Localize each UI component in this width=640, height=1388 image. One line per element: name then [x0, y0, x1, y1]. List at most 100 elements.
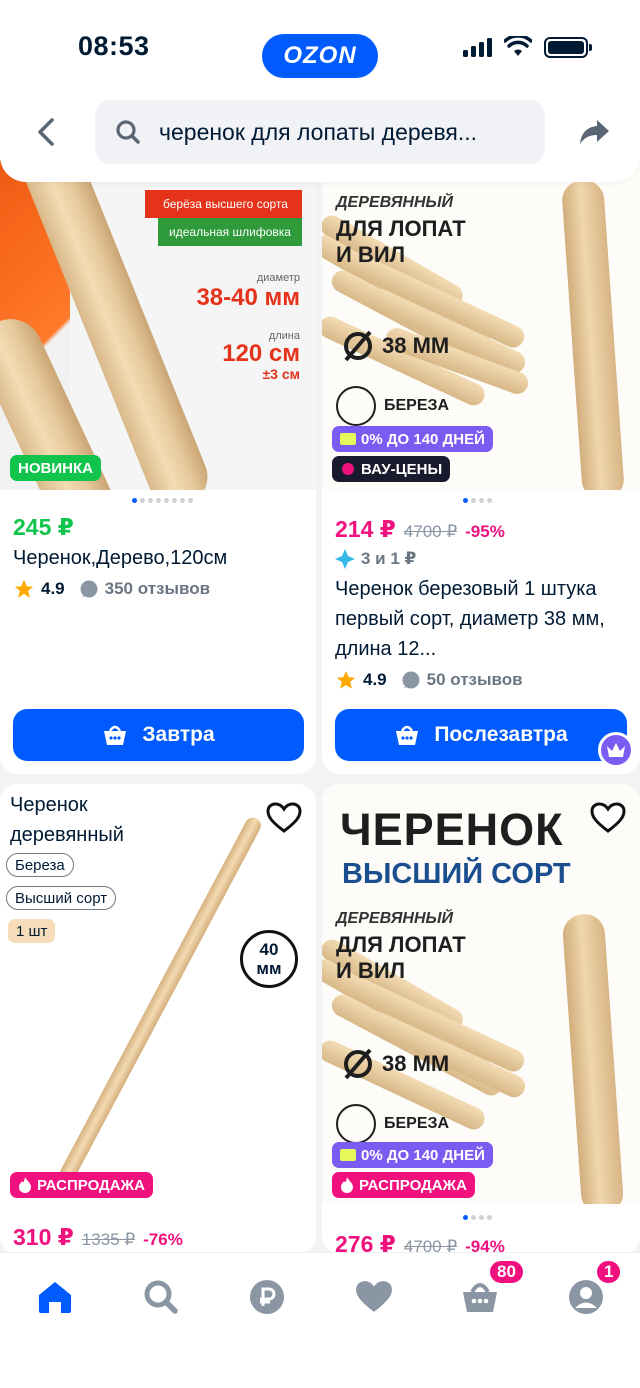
- image-headline: ЧЕРЕНОК: [340, 804, 564, 855]
- image-label: диаметр: [256, 272, 300, 284]
- rating-row: 4.9 350 отзывов: [13, 578, 210, 600]
- material-text: БЕРЕЗА: [384, 1115, 450, 1132]
- rating-value: 4.9: [363, 670, 387, 689]
- price-row: 276 ₽ 4700 ₽ -94%: [335, 1231, 505, 1254]
- image-material: БЕРЕЗА: [336, 386, 449, 426]
- rating-row: 4.9 50 отзывов: [335, 669, 523, 691]
- quantity-chip: 1 шт: [8, 919, 56, 943]
- product-card-3[interactable]: Черенок деревянный Береза Высший сорт 1 …: [0, 784, 316, 1254]
- add-to-cart-button[interactable]: Послезавтра: [335, 709, 627, 761]
- search-icon: [144, 1280, 178, 1314]
- sale-badge: РАСПРОДАЖА: [10, 1172, 153, 1198]
- diameter-icon: [344, 1048, 372, 1080]
- product-image[interactable]: берёза высшего сорта идеальная шлифовка …: [0, 160, 316, 490]
- image-material: БЕРЕЗА: [336, 1104, 449, 1144]
- product-image[interactable]: ДЕРЕВЯННЫЙ ДЛЯ ЛОПАТ И ВИЛ 38 ММ БЕРЕЗА …: [322, 160, 640, 490]
- product-title[interactable]: Черенок,Дерево,120см: [13, 543, 309, 573]
- old-price: 4700 ₽: [403, 522, 458, 541]
- profile-icon: [569, 1280, 603, 1314]
- price: 310 ₽: [13, 1224, 74, 1250]
- image-pager: [132, 498, 193, 503]
- nav-favorites[interactable]: [352, 1275, 396, 1319]
- comment-icon: [80, 580, 98, 598]
- price: 276 ₽: [335, 1231, 396, 1254]
- size-unit: мм: [256, 959, 282, 978]
- reviews-count[interactable]: 350 отзывов: [105, 579, 210, 599]
- star-icon: [336, 670, 356, 689]
- image-text: И ВИЛ: [336, 242, 406, 267]
- image-value: ±3 см: [262, 366, 300, 382]
- installment-text: 3 и 1 ₽: [361, 549, 417, 568]
- burst-icon: [342, 463, 354, 475]
- image-text: ДЕРЕВЯННЫЙ: [336, 910, 454, 927]
- cart-icon: [463, 1283, 497, 1312]
- favorite-button[interactable]: [264, 798, 304, 838]
- card-icon: [340, 433, 356, 445]
- image-diameter: 38 ММ: [342, 330, 449, 362]
- search-input[interactable]: черенок для лопаты деревя...: [95, 100, 545, 164]
- fire-icon: [341, 1177, 353, 1193]
- delivery-label: Завтра: [142, 723, 215, 746]
- image-title-line: Черенок: [10, 794, 88, 816]
- ruble-icon: [250, 1280, 284, 1314]
- share-button[interactable]: [576, 114, 612, 150]
- favorite-button[interactable]: [588, 798, 628, 838]
- installment-badge: 0% ДО 140 ДНЕЙ: [332, 426, 493, 452]
- image-pager: [463, 1215, 492, 1220]
- price: 245 ₽: [13, 514, 74, 540]
- nav-home[interactable]: [33, 1275, 77, 1319]
- product-photo-part: [561, 912, 625, 1204]
- search-query: черенок для лопаты деревя...: [159, 118, 478, 145]
- share-icon: [580, 120, 609, 144]
- delivery-label: Послезавтра: [434, 723, 568, 746]
- product-photo: [52, 814, 264, 1194]
- heart-icon: [356, 1281, 392, 1312]
- star-icon: [14, 579, 34, 598]
- ozon-logo[interactable]: OZON: [262, 34, 378, 78]
- product-card-4[interactable]: ЧЕРЕНОК ВЫСШИЙ СОРТ ДЕРЕВЯННЫЙ ДЛЯ ЛОПАТ…: [322, 784, 640, 1254]
- comment-icon: [402, 671, 420, 689]
- image-subheadline: ВЫСШИЙ СОРТ: [342, 858, 571, 890]
- tree-icon: [336, 1104, 376, 1144]
- size-circle: 40 мм: [240, 930, 298, 988]
- sparkle-icon: [335, 549, 355, 569]
- product-card-1[interactable]: берёза высшего сорта идеальная шлифовка …: [0, 160, 316, 774]
- nav-finance[interactable]: [245, 1275, 289, 1319]
- add-to-cart-button[interactable]: Завтра: [13, 709, 304, 761]
- diameter-text: 38 ММ: [382, 1051, 450, 1076]
- badge-text: 0% ДО 140 ДНЕЙ: [361, 1146, 485, 1164]
- material-text: БЕРЕЗА: [384, 397, 450, 414]
- image-text: И ВИЛ: [336, 958, 406, 983]
- installment-row[interactable]: 3 и 1 ₽: [335, 549, 416, 569]
- image-text: ДЕРЕВЯННЫЙ: [336, 194, 454, 211]
- premium-crown-button[interactable]: [598, 732, 634, 768]
- nav-search[interactable]: [139, 1275, 183, 1319]
- search-icon: [113, 117, 143, 147]
- image-tag: берёза высшего сорта: [145, 190, 302, 218]
- image-title-line: деревянный: [10, 824, 124, 846]
- battery-icon: [544, 36, 592, 58]
- profile-notification-badge: 1: [595, 1259, 623, 1285]
- product-title[interactable]: Черенок березовый 1 штука первый сорт, д…: [335, 574, 627, 664]
- home-icon: [39, 1282, 71, 1313]
- badge-text: ВАУ-ЦЕНЫ: [361, 460, 443, 478]
- heart-icon: [266, 802, 302, 833]
- product-image[interactable]: ЧЕРЕНОК ВЫСШИЙ СОРТ ДЕРЕВЯННЫЙ ДЛЯ ЛОПАТ…: [322, 784, 640, 1204]
- bottom-nav: 80 1: [0, 1252, 640, 1388]
- reviews-count[interactable]: 50 отзывов: [427, 670, 523, 690]
- badge-text: РАСПРОДАЖА: [359, 1176, 467, 1194]
- status-icons: [463, 36, 592, 58]
- image-value: 120 см: [222, 340, 300, 367]
- back-button[interactable]: [28, 114, 64, 150]
- status-time: 08:53: [78, 31, 150, 61]
- cart-count-badge: 80: [488, 1259, 525, 1285]
- crown-icon: [607, 743, 625, 757]
- cart-icon: [104, 725, 127, 745]
- product-photo-part: [560, 178, 626, 490]
- badge-text: РАСПРОДАЖА: [37, 1176, 145, 1194]
- price-row: 214 ₽ 4700 ₽ -95%: [335, 516, 505, 543]
- product-card-2[interactable]: ДЕРЕВЯННЫЙ ДЛЯ ЛОПАТ И ВИЛ 38 ММ БЕРЕЗА …: [322, 160, 640, 774]
- wifi-icon: [504, 36, 532, 56]
- material-chip: Береза: [6, 853, 74, 877]
- heart-icon: [590, 802, 626, 833]
